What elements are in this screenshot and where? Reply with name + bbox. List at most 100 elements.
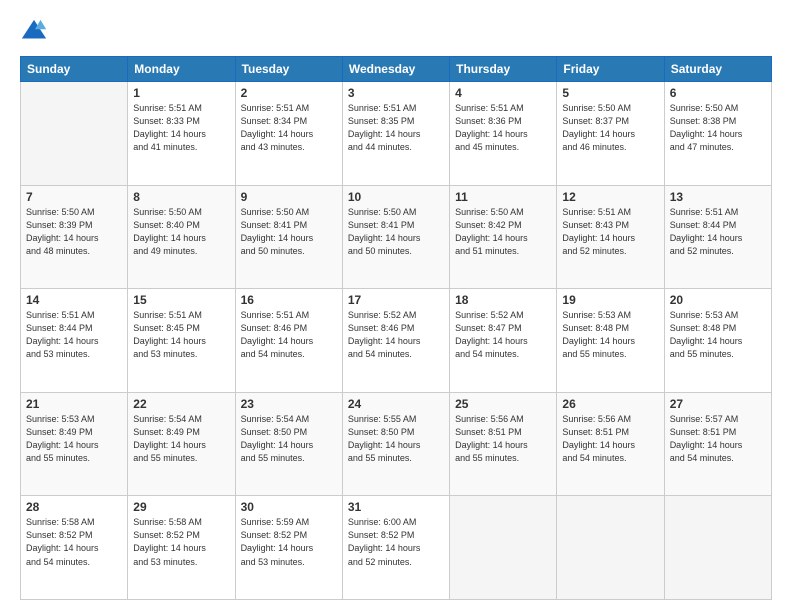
calendar-cell: 30 Sunrise: 5:59 AMSunset: 8:52 PMDayligh… <box>235 496 342 600</box>
day-number: 12 <box>562 190 658 204</box>
day-number: 15 <box>133 293 229 307</box>
calendar-cell: 27Sunrise: 5:57 AMSunset: 8:51 PMDayligh… <box>664 392 771 496</box>
calendar-cell: 25 Sunrise: 5:56 AMSunset: 8:51 PMDayligh… <box>450 392 557 496</box>
calendar-cell: 22 Sunrise: 5:54 AMSunset: 8:49 PMDayligh… <box>128 392 235 496</box>
calendar-cell: 13 Sunrise: 5:51 AMSunset: 8:44 PMDayligh… <box>664 185 771 289</box>
calendar-cell: 7 Sunrise: 5:50 AMSunset: 8:39 PMDaylight… <box>21 185 128 289</box>
calendar-cell: 9 Sunrise: 5:50 AMSunset: 8:41 PMDaylight… <box>235 185 342 289</box>
week-row-4: 21 Sunrise: 5:53 AMSunset: 8:49 PMDayligh… <box>21 392 772 496</box>
calendar-cell: 12 Sunrise: 5:51 AMSunset: 8:43 PMDayligh… <box>557 185 664 289</box>
weekday-header-wednesday: Wednesday <box>342 57 449 82</box>
calendar-cell: 2 Sunrise: 5:51 AMSunset: 8:34 PMDaylight… <box>235 82 342 186</box>
day-info: Sunrise: 5:51 AMSunset: 8:43 PMDaylight:… <box>562 206 658 258</box>
day-info: Sunrise: 5:57 AMSunset: 8:51 PMDaylight:… <box>670 413 766 465</box>
calendar-cell: 10Sunrise: 5:50 AMSunset: 8:41 PMDayligh… <box>342 185 449 289</box>
day-number: 13 <box>670 190 766 204</box>
day-number: 26 <box>562 397 658 411</box>
day-number: 25 <box>455 397 551 411</box>
day-info: Sunrise: 5:51 AMSunset: 8:45 PMDaylight:… <box>133 309 229 361</box>
day-info: Sunrise: 5:59 AMSunset: 8:52 PMDaylight:… <box>241 516 337 568</box>
calendar-cell: 16Sunrise: 5:51 AMSunset: 8:46 PMDayligh… <box>235 289 342 393</box>
weekday-header-thursday: Thursday <box>450 57 557 82</box>
calendar-cell: 20 Sunrise: 5:53 AMSunset: 8:48 PMDayligh… <box>664 289 771 393</box>
day-info: Sunrise: 5:53 AMSunset: 8:49 PMDaylight:… <box>26 413 122 465</box>
calendar-cell: 28 Sunrise: 5:58 AMSunset: 8:52 PMDayligh… <box>21 496 128 600</box>
day-info: Sunrise: 5:54 AMSunset: 8:49 PMDaylight:… <box>133 413 229 465</box>
calendar-cell: 14Sunrise: 5:51 AMSunset: 8:44 PMDayligh… <box>21 289 128 393</box>
day-number: 22 <box>133 397 229 411</box>
calendar-cell: 6Sunrise: 5:50 AMSunset: 8:38 PMDaylight… <box>664 82 771 186</box>
day-number: 4 <box>455 86 551 100</box>
day-info: Sunrise: 5:52 AMSunset: 8:46 PMDaylight:… <box>348 309 444 361</box>
day-number: 28 <box>26 500 122 514</box>
calendar-cell: 18 Sunrise: 5:52 AMSunset: 8:47 PMDayligh… <box>450 289 557 393</box>
day-info: Sunrise: 5:56 AMSunset: 8:51 PMDaylight:… <box>455 413 551 465</box>
day-number: 3 <box>348 86 444 100</box>
day-info: Sunrise: 5:54 AMSunset: 8:50 PMDaylight:… <box>241 413 337 465</box>
day-info: Sunrise: 5:50 AMSunset: 8:41 PMDaylight:… <box>241 206 337 258</box>
calendar-cell: 29Sunrise: 5:58 AMSunset: 8:52 PMDayligh… <box>128 496 235 600</box>
logo <box>20 18 51 46</box>
day-number: 2 <box>241 86 337 100</box>
calendar-cell: 17 Sunrise: 5:52 AMSunset: 8:46 PMDayligh… <box>342 289 449 393</box>
day-number: 16 <box>241 293 337 307</box>
calendar-table: SundayMondayTuesdayWednesdayThursdayFrid… <box>20 56 772 600</box>
day-info: Sunrise: 5:58 AMSunset: 8:52 PMDaylight:… <box>26 516 122 568</box>
week-row-5: 28 Sunrise: 5:58 AMSunset: 8:52 PMDayligh… <box>21 496 772 600</box>
calendar-cell <box>21 82 128 186</box>
calendar-cell <box>664 496 771 600</box>
day-info: Sunrise: 5:50 AMSunset: 8:37 PMDaylight:… <box>562 102 658 154</box>
day-info: Sunrise: 5:56 AMSunset: 8:51 PMDaylight:… <box>562 413 658 465</box>
day-number: 7 <box>26 190 122 204</box>
calendar-cell: 5 Sunrise: 5:50 AMSunset: 8:37 PMDaylight… <box>557 82 664 186</box>
weekday-header-saturday: Saturday <box>664 57 771 82</box>
calendar-cell: 26 Sunrise: 5:56 AMSunset: 8:51 PMDayligh… <box>557 392 664 496</box>
calendar-cell: 8Sunrise: 5:50 AMSunset: 8:40 PMDaylight… <box>128 185 235 289</box>
calendar-cell: 15 Sunrise: 5:51 AMSunset: 8:45 PMDayligh… <box>128 289 235 393</box>
day-number: 21 <box>26 397 122 411</box>
weekday-header-friday: Friday <box>557 57 664 82</box>
calendar-cell: 31 Sunrise: 6:00 AMSunset: 8:52 PMDayligh… <box>342 496 449 600</box>
weekday-header-monday: Monday <box>128 57 235 82</box>
day-number: 31 <box>348 500 444 514</box>
calendar-cell: 24Sunrise: 5:55 AMSunset: 8:50 PMDayligh… <box>342 392 449 496</box>
calendar-cell: 23Sunrise: 5:54 AMSunset: 8:50 PMDayligh… <box>235 392 342 496</box>
calendar-cell: 1 Sunrise: 5:51 AMSunset: 8:33 PMDaylight… <box>128 82 235 186</box>
day-info: Sunrise: 5:50 AMSunset: 8:38 PMDaylight:… <box>670 102 766 154</box>
day-number: 5 <box>562 86 658 100</box>
calendar-cell <box>450 496 557 600</box>
calendar-cell <box>557 496 664 600</box>
week-row-3: 14Sunrise: 5:51 AMSunset: 8:44 PMDayligh… <box>21 289 772 393</box>
day-info: Sunrise: 5:51 AMSunset: 8:34 PMDaylight:… <box>241 102 337 154</box>
calendar-cell: 11 Sunrise: 5:50 AMSunset: 8:42 PMDayligh… <box>450 185 557 289</box>
day-info: Sunrise: 5:51 AMSunset: 8:35 PMDaylight:… <box>348 102 444 154</box>
header <box>20 18 772 46</box>
day-info: Sunrise: 5:51 AMSunset: 8:44 PMDaylight:… <box>670 206 766 258</box>
week-row-1: 1 Sunrise: 5:51 AMSunset: 8:33 PMDaylight… <box>21 82 772 186</box>
day-number: 17 <box>348 293 444 307</box>
day-info: Sunrise: 5:51 AMSunset: 8:33 PMDaylight:… <box>133 102 229 154</box>
page: SundayMondayTuesdayWednesdayThursdayFrid… <box>0 0 792 612</box>
day-number: 9 <box>241 190 337 204</box>
week-row-2: 7 Sunrise: 5:50 AMSunset: 8:39 PMDaylight… <box>21 185 772 289</box>
day-number: 11 <box>455 190 551 204</box>
day-info: Sunrise: 5:55 AMSunset: 8:50 PMDaylight:… <box>348 413 444 465</box>
day-info: Sunrise: 6:00 AMSunset: 8:52 PMDaylight:… <box>348 516 444 568</box>
day-number: 10 <box>348 190 444 204</box>
day-info: Sunrise: 5:53 AMSunset: 8:48 PMDaylight:… <box>670 309 766 361</box>
day-number: 18 <box>455 293 551 307</box>
day-info: Sunrise: 5:50 AMSunset: 8:39 PMDaylight:… <box>26 206 122 258</box>
day-number: 19 <box>562 293 658 307</box>
day-info: Sunrise: 5:52 AMSunset: 8:47 PMDaylight:… <box>455 309 551 361</box>
day-number: 29 <box>133 500 229 514</box>
day-number: 8 <box>133 190 229 204</box>
weekday-header-sunday: Sunday <box>21 57 128 82</box>
logo-icon <box>20 18 48 46</box>
day-number: 20 <box>670 293 766 307</box>
day-number: 30 <box>241 500 337 514</box>
day-info: Sunrise: 5:53 AMSunset: 8:48 PMDaylight:… <box>562 309 658 361</box>
day-number: 1 <box>133 86 229 100</box>
day-info: Sunrise: 5:50 AMSunset: 8:42 PMDaylight:… <box>455 206 551 258</box>
calendar-cell: 3 Sunrise: 5:51 AMSunset: 8:35 PMDaylight… <box>342 82 449 186</box>
weekday-header-row: SundayMondayTuesdayWednesdayThursdayFrid… <box>21 57 772 82</box>
